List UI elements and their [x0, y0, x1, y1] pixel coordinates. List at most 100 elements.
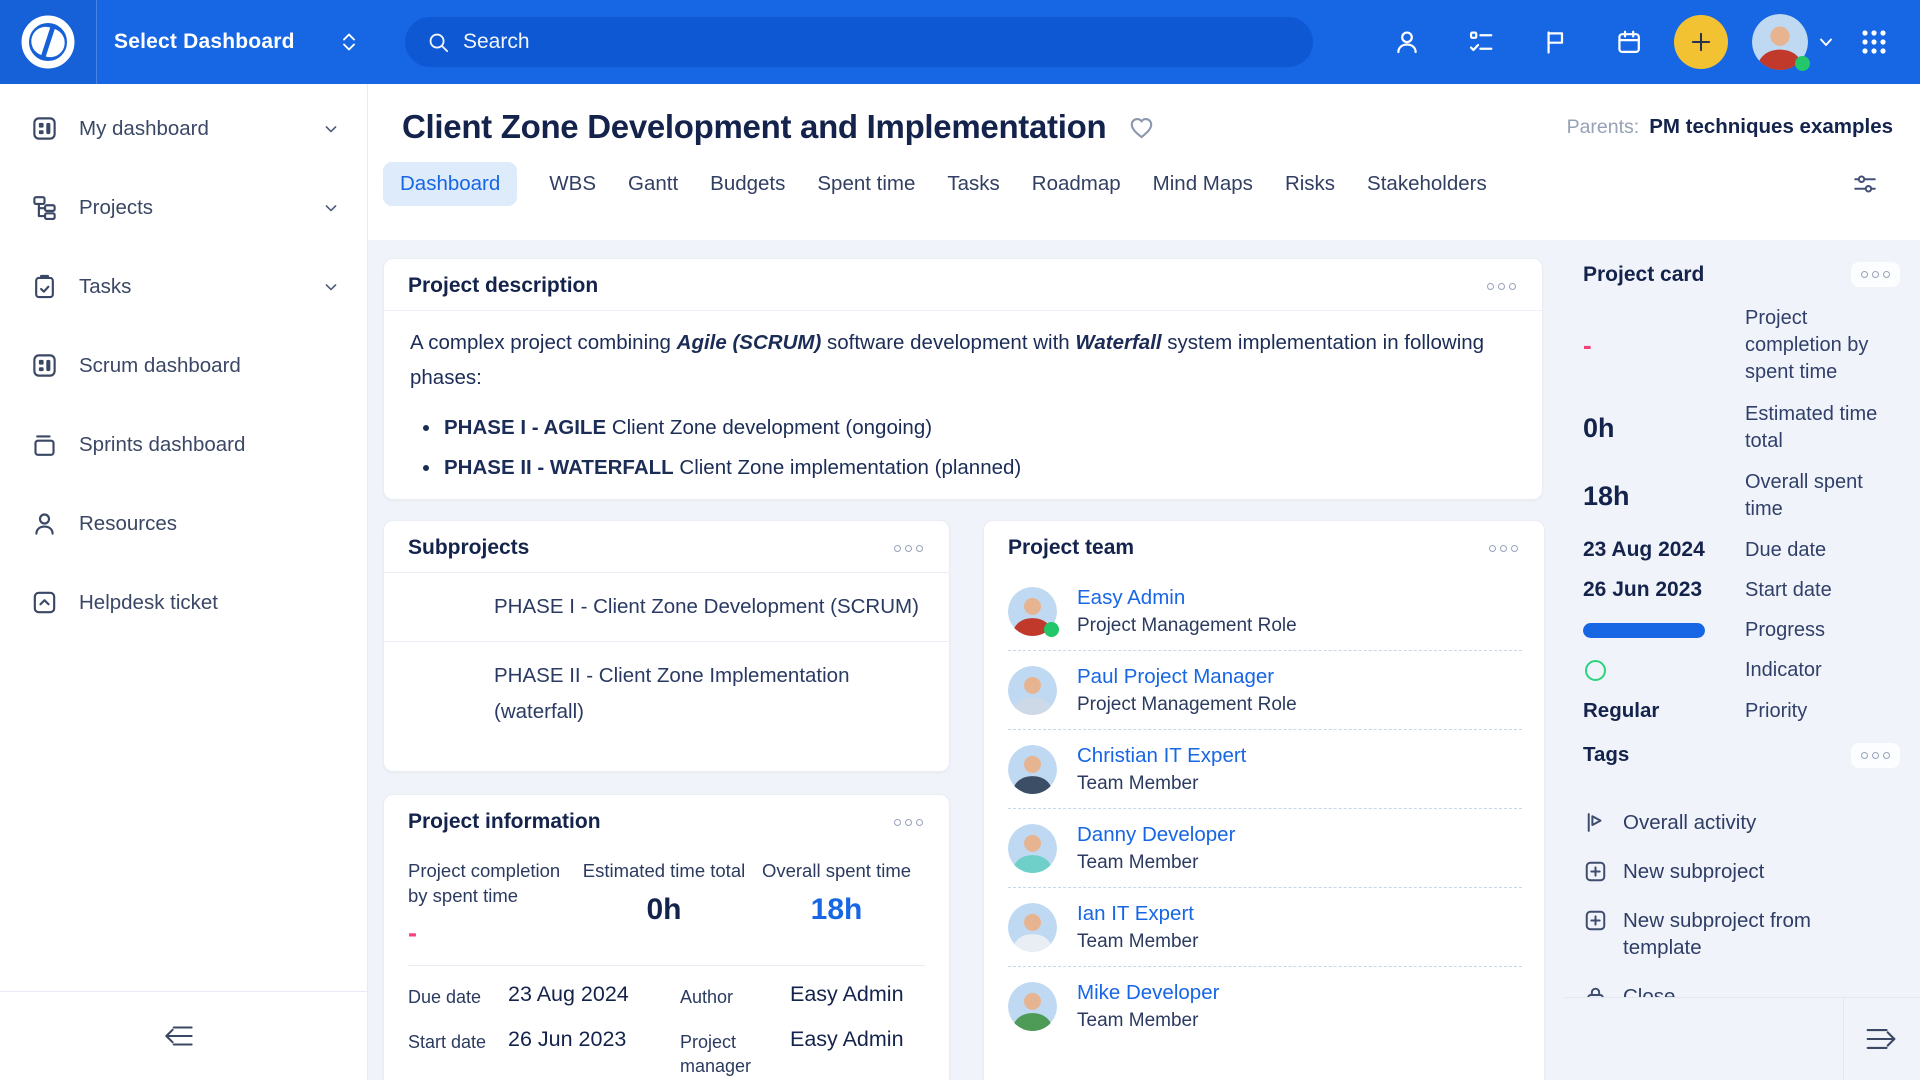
subproject-link[interactable]: PHASE I - Client Zone Development (SCRUM… — [384, 573, 949, 641]
field-value: 23 Aug 2024 — [508, 982, 666, 1007]
field-label: Author — [680, 982, 776, 1009]
tab-risks[interactable]: Risks — [1285, 162, 1335, 206]
card-menu-button[interactable] — [888, 538, 929, 559]
sidebar-item-sprints-dashboard[interactable]: Sprints dashboard — [0, 405, 367, 484]
tab-gantt[interactable]: Gantt — [628, 162, 678, 206]
stat-label: Estimated time total — [580, 858, 748, 883]
field-value: Easy Admin — [790, 982, 925, 1007]
member-name-link[interactable]: Ian IT Expert — [1077, 902, 1198, 926]
breadcrumb: Parents: PM techniques examples — [1567, 115, 1893, 139]
indicator-circle-icon — [1585, 660, 1606, 681]
card-title: Project information — [408, 810, 601, 834]
sidebar-item-scrum-dashboard[interactable]: Scrum dashboard — [0, 326, 367, 405]
profile-avatar[interactable] — [1752, 14, 1808, 70]
flag-button[interactable] — [1532, 19, 1578, 65]
right-panel-footer — [1565, 997, 1920, 1080]
expand-panel-button[interactable] — [1861, 1019, 1901, 1059]
project-card-row-priority: Regular Priority — [1583, 690, 1900, 732]
sidebar-item-projects[interactable]: Projects — [0, 168, 367, 247]
progress-label: Progress — [1745, 617, 1900, 644]
priority-value: Regular — [1583, 699, 1745, 723]
description-emphasis: Waterfall — [1075, 331, 1161, 354]
tags-menu-button[interactable] — [1851, 743, 1900, 768]
calendar-button[interactable] — [1606, 19, 1652, 65]
apps-menu-button[interactable] — [1854, 22, 1894, 62]
team-member-row: Christian IT Expert Team Member — [1008, 729, 1522, 808]
spent-label: Overall spent time — [1745, 469, 1900, 523]
stat-label: Overall spent time — [748, 858, 925, 883]
user-button[interactable] — [1384, 19, 1430, 65]
member-name-link[interactable]: Mike Developer — [1077, 981, 1219, 1005]
tab-mind-maps[interactable]: Mind Maps — [1153, 162, 1253, 206]
collapse-right-icon — [1861, 1019, 1901, 1059]
avatar — [1008, 903, 1057, 952]
sidebar-item-tasks[interactable]: Tasks — [0, 247, 367, 326]
sliders-icon — [1852, 171, 1878, 197]
card-menu-button[interactable] — [1481, 276, 1522, 297]
tab-dashboard[interactable]: Dashboard — [383, 162, 517, 206]
action-new-subproject-from-template[interactable]: New subproject from template — [1583, 896, 1900, 972]
project-description-text: A complex project combining Agile (SCRUM… — [384, 311, 1542, 500]
progress-bar[interactable] — [1583, 623, 1705, 638]
chevron-down-icon[interactable] — [321, 198, 341, 218]
archive-box-icon — [31, 431, 58, 458]
avatar — [1008, 824, 1057, 873]
avatar — [1008, 745, 1057, 794]
page-settings-button[interactable] — [1852, 171, 1878, 197]
tab-tasks[interactable]: Tasks — [947, 162, 999, 206]
card-menu-button[interactable] — [1483, 538, 1524, 559]
action-new-subproject[interactable]: New subproject — [1583, 847, 1900, 896]
parent-project-link[interactable]: PM techniques examples — [1649, 115, 1893, 139]
app-logo[interactable] — [0, 0, 97, 84]
member-name-link[interactable]: Danny Developer — [1077, 823, 1235, 847]
sidebar-item-resources[interactable]: Resources — [0, 484, 367, 563]
chevron-down-icon[interactable] — [321, 119, 341, 139]
due-date-value: 23 Aug 2024 — [1583, 538, 1745, 562]
member-name-link[interactable]: Christian IT Expert — [1077, 744, 1246, 768]
plus-square-icon — [1583, 908, 1608, 933]
card-title: Project team — [1008, 536, 1134, 560]
description-bullet: PHASE I - AGILE Client Zone development … — [410, 408, 1516, 448]
add-button[interactable] — [1674, 15, 1728, 69]
sidebar-item-label: Sprints dashboard — [79, 433, 245, 457]
tab-spent-time[interactable]: Spent time — [817, 162, 915, 206]
plus-square-icon — [1583, 859, 1608, 884]
tab-stakeholders[interactable]: Stakeholders — [1367, 162, 1487, 206]
project-information-card: Project information Project completion b… — [383, 794, 950, 1080]
card-menu-button[interactable] — [888, 812, 929, 833]
hierarchy-icon — [31, 194, 58, 221]
favorite-button[interactable] — [1128, 114, 1155, 141]
member-name-link[interactable]: Paul Project Manager — [1077, 665, 1297, 689]
topbar-actions — [1384, 0, 1920, 84]
subprojects-card: Subprojects PHASE I - Client Zone Develo… — [383, 520, 950, 772]
activity-flag-icon — [1583, 810, 1608, 835]
stat-value: - — [408, 918, 580, 949]
project-card-row-spent: 18h Overall spent time — [1583, 462, 1900, 530]
action-close-project[interactable]: Close — [1583, 972, 1900, 997]
project-card-row-completion: - Project completion by spent time — [1583, 297, 1900, 394]
collapse-sidebar-button[interactable] — [160, 1017, 198, 1055]
sidebar-item-my-dashboard[interactable]: My dashboard — [0, 89, 367, 168]
tab-budgets[interactable]: Budgets — [710, 162, 785, 206]
easy-project-logo-icon — [20, 14, 76, 70]
chevron-down-icon[interactable] — [321, 277, 341, 297]
tab-wbs[interactable]: WBS — [549, 162, 596, 206]
sidebar-item-helpdesk-ticket[interactable]: Helpdesk ticket — [0, 563, 367, 642]
avatar — [1008, 982, 1057, 1031]
action-overall-activity[interactable]: Overall activity — [1583, 798, 1900, 847]
tasks-list-button[interactable] — [1458, 19, 1504, 65]
panel-menu-button[interactable] — [1851, 262, 1900, 287]
panel-title: Project card — [1583, 263, 1704, 287]
project-tabs: Dashboard WBS Gantt Budgets Spent time T… — [383, 162, 1920, 206]
sidebar-item-label: Resources — [79, 512, 177, 536]
member-role: Team Member — [1077, 1010, 1219, 1032]
collapse-left-icon — [160, 1017, 198, 1055]
subproject-link[interactable]: PHASE II - Client Zone Implementation (w… — [384, 641, 949, 746]
search-input[interactable] — [463, 30, 1291, 54]
heart-icon — [1128, 114, 1155, 141]
dashboard-selector[interactable]: Select Dashboard — [114, 0, 361, 84]
member-name-link[interactable]: Easy Admin — [1077, 586, 1297, 610]
tab-roadmap[interactable]: Roadmap — [1032, 162, 1121, 206]
online-status-dot — [1795, 56, 1810, 71]
profile-menu-chevron[interactable] — [1814, 30, 1838, 54]
